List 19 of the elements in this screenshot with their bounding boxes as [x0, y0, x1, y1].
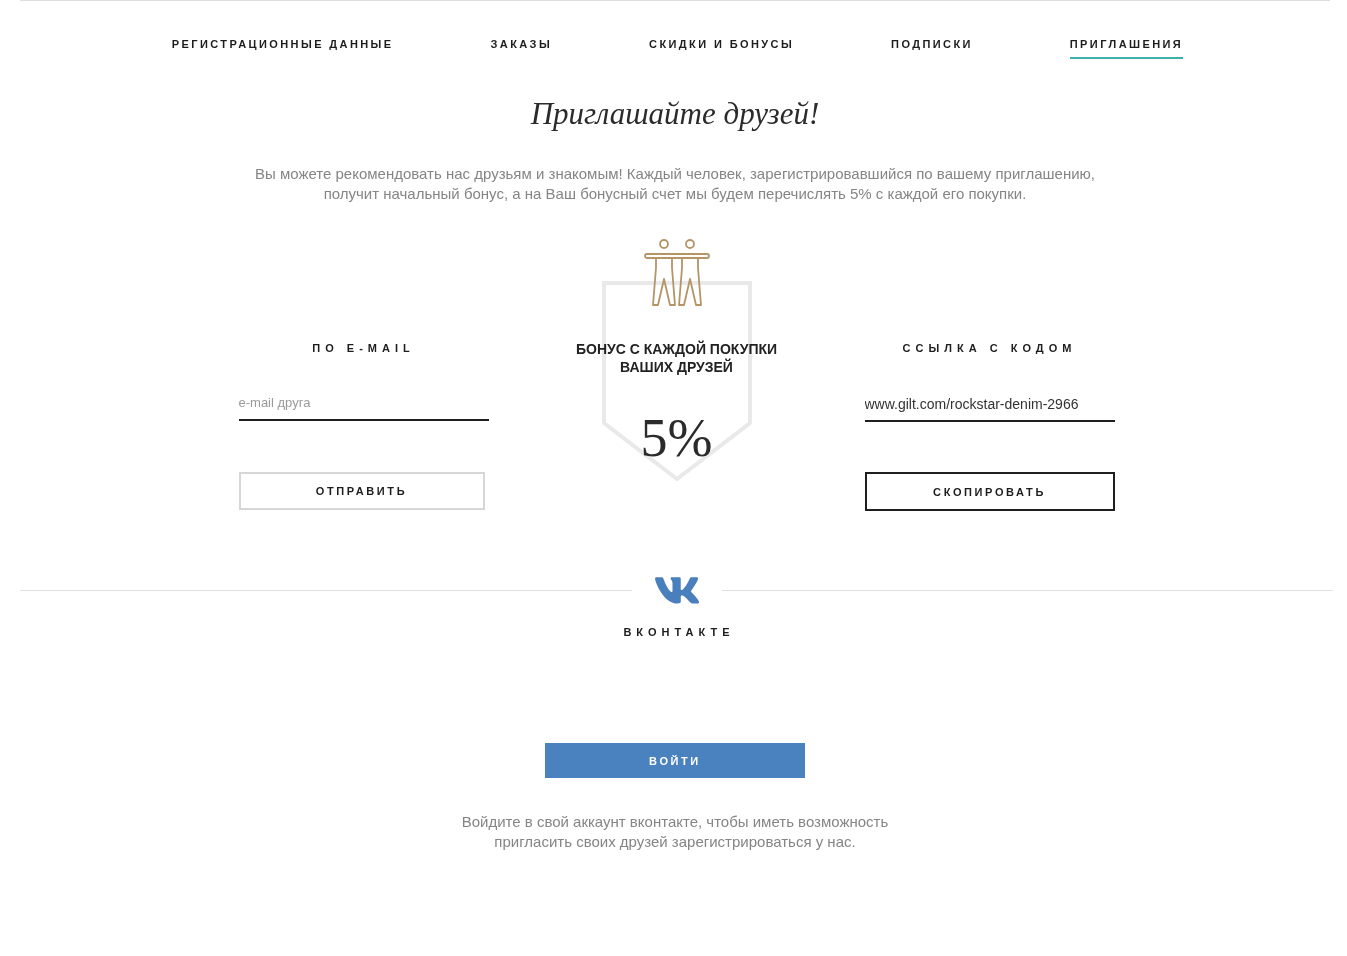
email-heading: ПО E-MAIL — [311, 341, 416, 355]
login-button[interactable]: ВОЙТИ — [545, 743, 805, 778]
nav-tab[interactable]: ПРИГЛАШЕНИЯ — [1069, 37, 1184, 59]
referral-link-field[interactable]: www.gilt.com/rockstar-denim-2966 — [864, 383, 1115, 422]
vk-heading: ВКОНТАКТЕ — [623, 625, 735, 639]
vk-logo-icon — [654, 577, 699, 604]
link-heading: ССЫЛКА С КОДОМ — [901, 341, 1078, 355]
vk-note: Войдите в свой аккаунт вконтакте, чтобы иметь возможность пригласить своих друзей зарегистрироваться у нас. — [460, 812, 890, 852]
page-title: Приглашайте друзей! — [530, 97, 820, 131]
nav-tab[interactable]: РЕГИСТРАЦИОННЫЕ ДАННЫЕ — [171, 37, 394, 59]
bonus-heading: БОНУС С КАЖДОЙ ПОКУПКИ ВАШИХ ДРУЗЕЙ — [574, 340, 779, 376]
nav-tab[interactable]: СКИДКИ И БОНУСЫ — [649, 37, 795, 59]
intro-text: Вы можете рекомендовать нас друзьям и знакомым! Каждый человек, зарегистрировавшийся по вашему приглашению, получит начальный бонус, а на Ваш бонусный счет мы будем перечислять 5% с каждой его покупки. — [253, 164, 1097, 204]
email-field[interactable]: e-mail друга — [238, 383, 489, 421]
bonus-percent: 5% — [640, 408, 713, 468]
two-people-icon — [643, 239, 710, 307]
nav-tab[interactable]: ЗАКАЗЫ — [490, 37, 553, 59]
copy-button[interactable]: СКОПИРОВАТЬ — [864, 472, 1115, 511]
nav-tab[interactable]: ПОДПИСКИ — [891, 37, 973, 59]
